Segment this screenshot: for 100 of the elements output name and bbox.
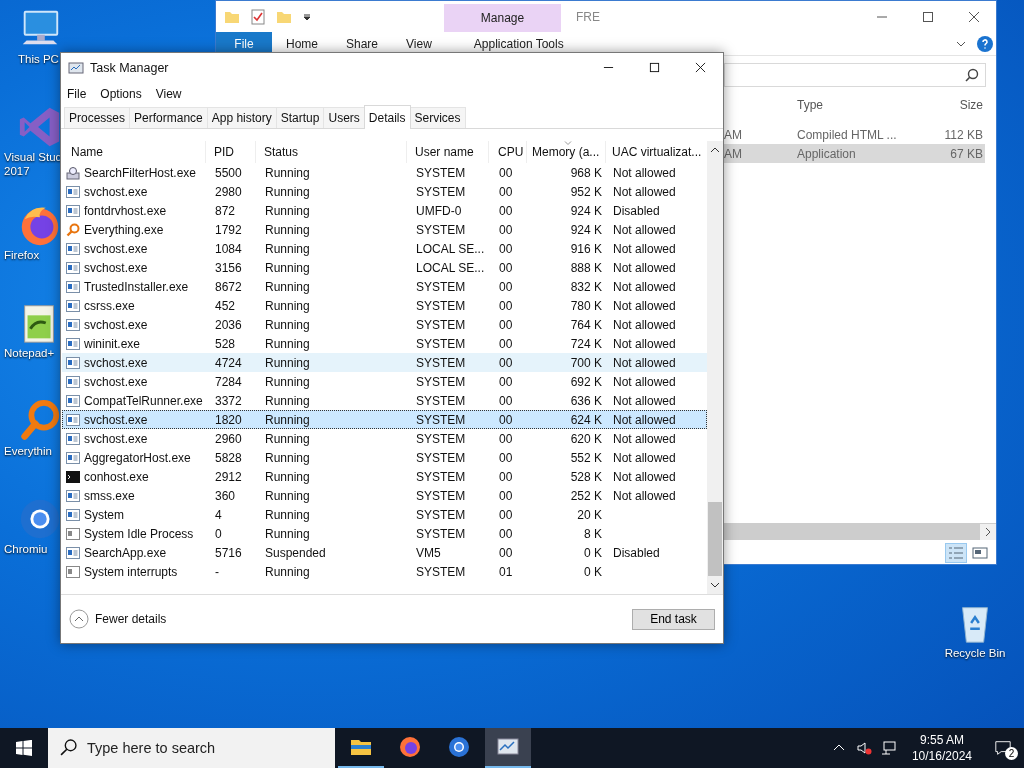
tab[interactable]: Startup: [275, 107, 325, 128]
fewer-details-link[interactable]: Fewer details: [69, 609, 167, 629]
ribbon-tab[interactable]: View: [392, 32, 446, 55]
table-cell-text: 636 K: [569, 393, 603, 408]
windows-logo-icon: [16, 740, 32, 756]
clock-time[interactable]: 9:55 AM: [919, 732, 964, 748]
close-icon[interactable]: [968, 10, 980, 23]
window-icon: [66, 260, 80, 275]
horizontal-scrollbar[interactable]: [724, 523, 996, 540]
dropdown-icon[interactable]: [302, 11, 312, 22]
speaker-muted-icon[interactable]: [855, 740, 872, 756]
table-cell-text: 20 K: [576, 507, 603, 522]
scroll-down-icon[interactable]: [710, 581, 720, 589]
ribbon-tab[interactable]: Share: [332, 32, 393, 55]
process-row[interactable]: svchost.exe 4724 Running SYSTEM 00 700 K Not allowed: [62, 353, 707, 372]
desktop-icon-label: Recycle Bin: [944, 646, 1006, 660]
table-cell-text: Running: [264, 203, 311, 218]
column-header[interactable]: UAC virtualizat...: [606, 141, 704, 163]
file-row[interactable]: AM Application 67 KB: [724, 144, 985, 163]
tab[interactable]: Processes: [64, 107, 131, 128]
table-cell: Not allowed: [613, 469, 676, 484]
table-cell-text: 700 K: [569, 355, 603, 370]
table-cell-text: Running: [264, 279, 311, 294]
process-row[interactable]: svchost.exe 2960 Running SYSTEM 00 620 K Not allowed: [62, 429, 707, 448]
tab[interactable]: Users: [323, 107, 365, 128]
table-cell-text: 1820: [214, 412, 243, 427]
notifications-button[interactable]: 2: [988, 728, 1018, 768]
table-cell-text: SYSTEM: [415, 393, 467, 408]
window-icon: [66, 488, 80, 503]
process-row[interactable]: AggregatorHost.exe 5828 Running SYSTEM 00 552 K Not allowed: [62, 448, 707, 467]
scroll-right-icon[interactable]: [980, 523, 996, 540]
table-cell-text: SYSTEM: [415, 431, 467, 446]
process-row[interactable]: svchost.exe 2036 Running SYSTEM 00 764 K Not allowed: [62, 315, 707, 334]
column-header[interactable]: Size: [915, 98, 983, 112]
task-manager-icon: [68, 59, 84, 76]
table-cell-text: Running: [264, 260, 311, 275]
tab[interactable]: Details: [363, 105, 411, 129]
column-header[interactable]: Name: [62, 141, 206, 163]
column-header[interactable]: Status: [256, 141, 407, 163]
table-cell-text: SYSTEM: [415, 336, 467, 351]
menu-item[interactable]: File: [67, 86, 87, 101]
clock-date[interactable]: 10/16/2024: [911, 748, 972, 764]
process-name: svchost.exe: [84, 184, 148, 199]
table-cell-text: 872: [214, 203, 237, 218]
process-row[interactable]: svchost.exe 1084 Running LOCAL SE... 00 916 K Not allowed: [62, 239, 707, 258]
tab[interactable]: App history: [206, 107, 277, 128]
process-row[interactable]: TrustedInstaller.exe 8672 Running SYSTEM 00 832 K Not allowed: [62, 277, 707, 296]
process-row[interactable]: csrss.exe 452 Running SYSTEM 00 780 K Not allowed: [62, 296, 707, 315]
column-header[interactable]: Memory (a...: [527, 141, 606, 163]
process-row[interactable]: wininit.exe 528 Running SYSTEM 00 724 K Not allowed: [62, 334, 707, 353]
tab[interactable]: Performance: [129, 107, 208, 128]
process-name: SearchFilterHost.exe: [84, 165, 197, 180]
process-row[interactable]: svchost.exe 3156 Running LOCAL SE... 00 888 K Not allowed: [62, 258, 707, 277]
process-name: System: [84, 507, 124, 522]
large-icons-view-icon[interactable]: [970, 544, 990, 562]
search-field[interactable]: Type here to search: [48, 728, 335, 768]
ribbon-tab[interactable]: Application Tools: [459, 32, 578, 55]
process-row[interactable]: svchost.exe 2980 Running SYSTEM 00 952 K Not allowed: [62, 182, 707, 201]
process-row[interactable]: System 4 Running SYSTEM 00 20 K: [62, 505, 707, 524]
column-header[interactable]: Type: [797, 98, 915, 112]
help-icon[interactable]: [977, 35, 993, 52]
vertical-scrollbar[interactable]: [707, 141, 723, 594]
table-cell-text: Running: [264, 374, 311, 389]
column-header[interactable]: PID: [206, 141, 256, 163]
table-cell-text: Running: [264, 431, 311, 446]
column-header[interactable]: CPU: [489, 141, 527, 163]
process-row[interactable]: conhost.exe 2912 Running SYSTEM 00 528 K Not allowed: [62, 467, 707, 486]
process-row[interactable]: SearchApp.exe 5716 Suspended VM5 00 0 K Disabled: [62, 543, 707, 562]
network-icon[interactable]: [880, 740, 897, 756]
process-row[interactable]: svchost.exe 1820 Running SYSTEM 00 624 K Not allowed: [62, 410, 707, 429]
window-icon: [66, 203, 80, 218]
process-row[interactable]: System Idle Process 0 Running SYSTEM 00 8 K: [62, 524, 707, 543]
ribbon-tab[interactable]: Home: [272, 32, 332, 55]
window-icon: [66, 507, 80, 522]
maximize-icon[interactable]: [922, 10, 934, 23]
menu-item[interactable]: Options: [100, 86, 142, 101]
menu-item[interactable]: View: [155, 86, 182, 101]
scrollbar-thumb[interactable]: [708, 502, 722, 576]
window-icon: [66, 336, 80, 351]
table-cell-text: 916 K: [569, 241, 603, 256]
process-row[interactable]: SearchFilterHost.exe 5500 Running SYSTEM 00 968 K Not allowed: [62, 163, 707, 182]
taskbar-app-button[interactable]: [485, 728, 531, 768]
search-field[interactable]: [724, 63, 986, 87]
process-row[interactable]: svchost.exe 7284 Running SYSTEM 00 692 K Not allowed: [62, 372, 707, 391]
process-row[interactable]: fontdrvhost.exe 872 Running UMFD-0 00 924 K Disabled: [62, 201, 707, 220]
desktop-icon-label: Visual Stud: [4, 150, 62, 164]
end-task-button[interactable]: End task: [632, 608, 715, 630]
process-row[interactable]: System interrupts - Running SYSTEM 01 0 K: [62, 562, 707, 581]
scroll-up-icon[interactable]: [710, 146, 720, 154]
properties-icon[interactable]: [250, 8, 266, 25]
file-row[interactable]: AM Compiled HTML ... 112 KB: [724, 125, 985, 144]
process-row[interactable]: CompatTelRunner.exe 3372 Running SYSTEM 00 636 K Not allowed: [62, 391, 707, 410]
table-cell: Not allowed: [613, 355, 676, 370]
process-row[interactable]: smss.exe 360 Running SYSTEM 00 252 K Not allowed: [62, 486, 707, 505]
table-cell-text: 724 K: [569, 336, 603, 351]
table-cell-text: 00: [498, 317, 514, 332]
contextual-tab-header: Manage: [444, 4, 561, 32]
tab[interactable]: Services: [409, 107, 466, 128]
column-header[interactable]: User name: [407, 141, 489, 163]
process-row[interactable]: Everything.exe 1792 Running SYSTEM 00 924 K Not allowed: [62, 220, 707, 239]
